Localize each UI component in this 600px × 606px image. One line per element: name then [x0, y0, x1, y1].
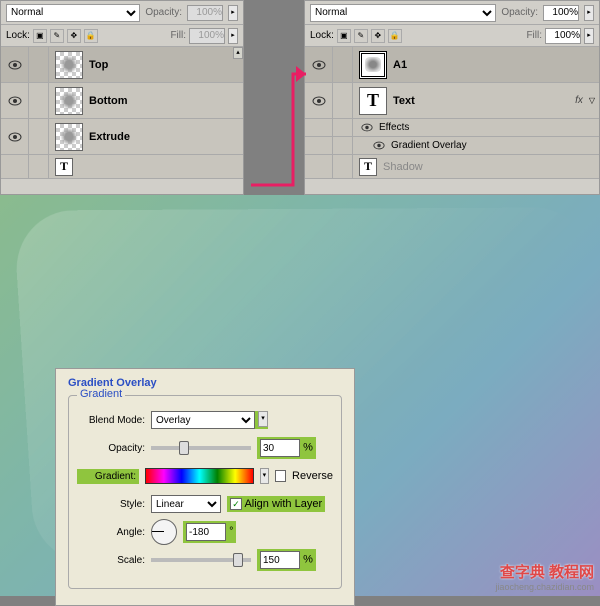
annotation-arrow — [248, 60, 308, 190]
percent-label: % — [303, 554, 313, 566]
eye-icon[interactable] — [8, 60, 22, 70]
fx-badge[interactable]: fx — [575, 95, 583, 106]
scrollbar-up-icon[interactable]: ▴ — [233, 47, 243, 59]
angle-label: Angle: — [77, 527, 145, 538]
layer-row-partial[interactable]: T — [1, 155, 243, 179]
layer-thumbnail[interactable] — [55, 87, 83, 115]
blend-mode-label: Blend Mode: — [77, 415, 145, 426]
layer-thumbnail[interactable] — [359, 51, 387, 79]
layer-row-top[interactable]: Top — [1, 47, 243, 83]
layer-row-bottom[interactable]: Bottom — [1, 83, 243, 119]
watermark: 查字典 教程网 jiaocheng.chazidian.com — [495, 561, 594, 592]
gradient-fieldset: Gradient Blend Mode: Overlay ▾ Opacity: … — [68, 395, 342, 589]
fill-input[interactable] — [189, 28, 225, 44]
watermark-main: 查字典 教程网 — [495, 561, 594, 582]
effects-sublayer[interactable]: Effects — [305, 119, 599, 137]
watermark-sub: jiaocheng.chazidian.com — [495, 582, 594, 592]
fill-label: Fill: — [170, 30, 186, 41]
lock-all-icon[interactable]: 🔒 — [84, 29, 98, 43]
opacity-label: Opacity: — [145, 7, 182, 18]
opacity-input[interactable] — [543, 5, 579, 21]
fill-input[interactable] — [545, 28, 581, 44]
lock-transparency-icon[interactable]: ▣ — [33, 29, 47, 43]
opacity-input[interactable] — [187, 5, 223, 21]
reverse-checkbox[interactable] — [275, 470, 286, 482]
gradient-label: Gradient: — [77, 469, 139, 484]
layer-name[interactable]: Bottom — [89, 95, 128, 107]
blend-mode-select[interactable]: Normal — [310, 4, 496, 22]
percent-label: % — [303, 442, 313, 454]
angle-input[interactable] — [186, 523, 226, 541]
layer-name[interactable]: Text — [393, 95, 415, 107]
scale-input[interactable] — [260, 551, 300, 569]
left-layers-panel: Normal Opacity: ▸ Lock: ▣ ✎ ✥ 🔒 Fill: ▸ … — [0, 0, 244, 195]
opacity-input[interactable] — [260, 439, 300, 457]
lock-row: Lock: ▣ ✎ ✥ 🔒 Fill: ▸ — [305, 25, 599, 47]
angle-wheel[interactable] — [151, 519, 177, 545]
lock-label: Lock: — [310, 30, 334, 41]
layer-name[interactable]: Top — [89, 59, 108, 71]
layer-row-shadow[interactable]: T Shadow — [305, 155, 599, 179]
layer-name[interactable]: A1 — [393, 59, 407, 71]
layer-row-extrude[interactable]: Extrude — [1, 119, 243, 155]
eye-icon[interactable] — [8, 96, 22, 106]
lock-brush-icon[interactable]: ✎ — [50, 29, 64, 43]
panel-header: Normal Opacity: ▸ — [1, 1, 243, 25]
opacity-label: Opacity: — [77, 443, 145, 454]
align-label: Align with Layer — [244, 498, 322, 510]
dropdown-arrow-icon[interactable]: ▸ — [228, 5, 238, 21]
layers-list: A1 T Text fx ▽ Effects Gradient Overla — [305, 47, 599, 179]
gradient-overlay-sublayer[interactable]: Gradient Overlay — [305, 137, 599, 155]
lock-brush-icon[interactable]: ✎ — [354, 29, 368, 43]
layer-thumbnail[interactable] — [55, 123, 83, 151]
layer-row-a1[interactable]: A1 — [305, 47, 599, 83]
lock-move-icon[interactable]: ✥ — [67, 29, 81, 43]
lock-row: Lock: ▣ ✎ ✥ 🔒 Fill: ▸ — [1, 25, 243, 47]
gradient-overlay-dialog: Gradient Overlay Gradient Blend Mode: Ov… — [55, 368, 355, 606]
layer-name[interactable]: Shadow — [383, 161, 423, 173]
effects-label: Effects — [379, 122, 409, 133]
fill-label: Fill: — [526, 30, 542, 41]
style-label: Style: — [77, 499, 145, 510]
eye-icon[interactable] — [361, 123, 373, 132]
type-layer-thumbnail[interactable]: T — [359, 87, 387, 115]
dropdown-arrow-icon[interactable]: ▸ — [584, 28, 594, 44]
chevron-down-icon[interactable]: ▾ — [260, 468, 269, 484]
style-select[interactable]: Linear — [151, 495, 221, 513]
layer-thumbnail[interactable] — [55, 51, 83, 79]
layers-list: Top Bottom Extrude T — [1, 47, 243, 179]
opacity-label: Opacity: — [501, 7, 538, 18]
opacity-slider[interactable] — [151, 446, 251, 450]
gradient-preview[interactable] — [145, 468, 254, 484]
lock-all-icon[interactable]: 🔒 — [388, 29, 402, 43]
blend-mode-select[interactable]: Overlay — [151, 411, 255, 429]
fieldset-legend: Gradient — [77, 388, 125, 400]
lock-label: Lock: — [6, 30, 30, 41]
layer-name[interactable]: Extrude — [89, 131, 130, 143]
degree-label: ° — [229, 526, 233, 538]
chevron-down-icon[interactable]: ▾ — [258, 411, 268, 427]
panel-header: Normal Opacity: ▸ — [305, 1, 599, 25]
scale-label: Scale: — [77, 555, 145, 566]
type-layer-thumbnail[interactable]: T — [359, 158, 377, 176]
eye-icon[interactable] — [312, 96, 326, 106]
gradient-overlay-label: Gradient Overlay — [391, 140, 467, 151]
reverse-label: Reverse — [292, 470, 333, 482]
layer-row-text[interactable]: T Text fx ▽ — [305, 83, 599, 119]
eye-icon[interactable] — [373, 141, 385, 150]
dropdown-arrow-icon[interactable]: ▸ — [228, 28, 238, 44]
align-checkbox[interactable]: ✓ — [230, 498, 242, 510]
lock-transparency-icon[interactable]: ▣ — [337, 29, 351, 43]
right-layers-panel: Normal Opacity: ▸ Lock: ▣ ✎ ✥ 🔒 Fill: ▸ … — [304, 0, 600, 195]
chevron-down-icon[interactable]: ▽ — [589, 96, 595, 105]
eye-icon[interactable] — [8, 132, 22, 142]
scale-slider[interactable] — [151, 558, 251, 562]
blend-mode-select[interactable]: Normal — [6, 4, 140, 22]
dropdown-arrow-icon[interactable]: ▸ — [584, 5, 594, 21]
eye-icon[interactable] — [312, 60, 326, 70]
lock-move-icon[interactable]: ✥ — [371, 29, 385, 43]
layer-thumbnail[interactable]: T — [55, 158, 73, 176]
